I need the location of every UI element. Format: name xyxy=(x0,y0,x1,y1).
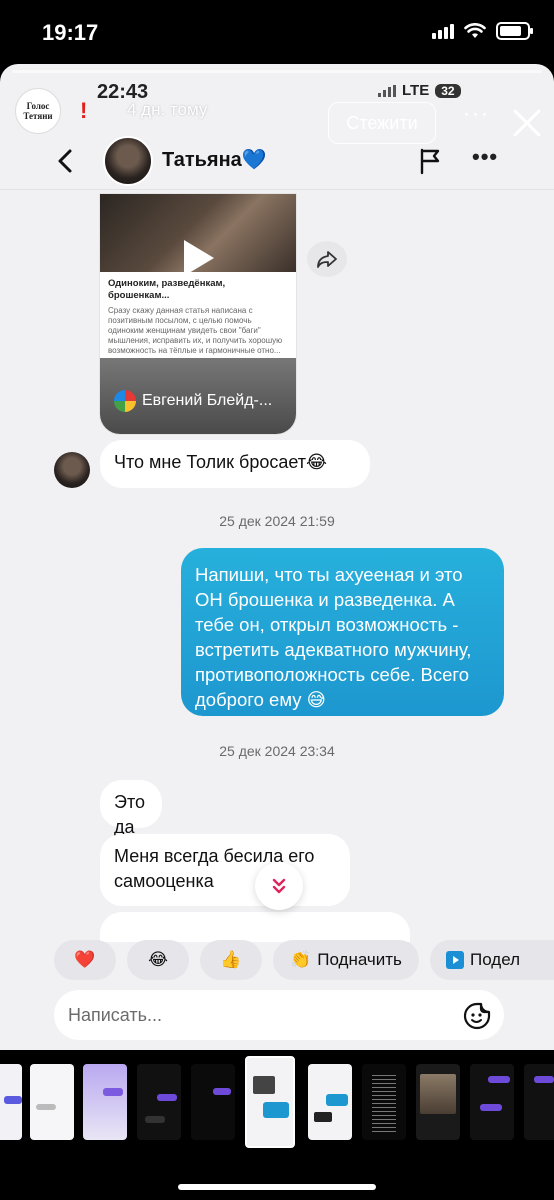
story-posted-ago: 4 дн. тому xyxy=(127,100,208,119)
story-thumbnail[interactable] xyxy=(470,1064,514,1140)
story-thumbnails xyxy=(0,1056,554,1152)
peer-message-avatar xyxy=(54,452,90,488)
thumbs-up-icon: 👍 xyxy=(220,950,242,969)
story-thumbnail[interactable] xyxy=(30,1064,74,1140)
story-thumbnail[interactable] xyxy=(191,1064,235,1140)
incoming-message[interactable]: Что мне Толик бросает😂 xyxy=(100,440,370,488)
date-separator: 25 дек 2024 23:34 xyxy=(219,743,335,759)
screenshot-status: LTE 32 xyxy=(378,82,461,99)
device-time: 19:17 xyxy=(42,20,99,45)
story-thumbnail[interactable] xyxy=(137,1064,181,1140)
home-indicator[interactable] xyxy=(178,1184,376,1190)
story-thumbnail[interactable] xyxy=(308,1064,352,1140)
message-composer xyxy=(54,990,504,1040)
reaction-laugh[interactable]: 😂 xyxy=(127,940,189,980)
device-status-bar: 19:17 xyxy=(0,0,554,64)
screenshot-battery: 32 xyxy=(435,83,461,98)
chat-header: Татьяна💙 ••• xyxy=(0,132,554,190)
nudge-button[interactable]: 👏 Подначить xyxy=(273,940,419,980)
reaction-heart[interactable]: ❤️ xyxy=(54,940,116,980)
link-source-bar: Евгений Блейд-... xyxy=(100,358,296,434)
story-thumbnail[interactable] xyxy=(83,1064,127,1140)
wifi-icon xyxy=(464,23,486,38)
share-chip[interactable]: Подел xyxy=(430,940,554,980)
incoming-message-partial[interactable] xyxy=(100,912,410,942)
play-icon xyxy=(184,240,214,276)
cellular-signal-icon xyxy=(432,23,454,39)
battery-icon xyxy=(496,22,533,40)
date-separator: 25 дек 2024 21:59 xyxy=(219,513,335,529)
screenshot-signal-icon xyxy=(378,84,396,97)
peer-avatar[interactable] xyxy=(103,136,153,186)
alert-icon: ! xyxy=(80,98,88,123)
nudge-label: Подначить xyxy=(317,950,402,969)
share-chip-label: Подел xyxy=(470,950,521,969)
heart-icon: ❤️ xyxy=(74,950,96,969)
story-header: Голос Тетяни ! 22:43 4 дн. тому LTE 32 С… xyxy=(0,78,554,144)
message-input[interactable] xyxy=(68,1002,428,1028)
chat-options-icon[interactable]: ••• xyxy=(472,144,498,170)
source-logo-icon xyxy=(114,390,136,412)
double-chevron-down-icon xyxy=(272,878,286,894)
story-thumbnail[interactable] xyxy=(524,1064,554,1140)
share-arrow-icon xyxy=(317,251,337,268)
shared-link-card[interactable]: Одиноким, разведёнкам, брошенкам... Сраз… xyxy=(100,194,296,434)
incoming-message[interactable]: Это да xyxy=(100,780,162,837)
link-description: Сразу скажу данная статья написана с поз… xyxy=(108,306,283,355)
story-thumbnail[interactable] xyxy=(0,1064,22,1140)
reaction-thumbs-up[interactable]: 👍 xyxy=(200,940,262,980)
play-square-icon xyxy=(446,951,464,969)
sticker-icon[interactable] xyxy=(462,1001,492,1031)
quick-reactions-bar: ❤️ 😂 👍 👏 Подначить Подел xyxy=(54,940,554,980)
back-chevron-icon[interactable] xyxy=(52,146,78,176)
incoming-message[interactable]: Меня всегда бесила его самооценка xyxy=(100,834,350,906)
ellipsis-icon[interactable]: ··· xyxy=(462,102,490,132)
outgoing-message[interactable]: Напиши, что ты ахуееная и это ОН брошенк… xyxy=(181,548,504,716)
share-button[interactable] xyxy=(307,241,347,277)
screenshot-network: LTE xyxy=(402,82,430,99)
story-thumbnail[interactable] xyxy=(362,1064,406,1140)
story-viewer: Голос Тетяни ! 22:43 4 дн. тому LTE 32 С… xyxy=(0,64,554,1050)
link-title: Одиноким, разведёнкам, брошенкам... xyxy=(108,278,226,301)
report-flag-icon[interactable] xyxy=(416,146,446,176)
clap-emoji-icon: 👏 xyxy=(290,950,312,969)
story-thumbnail[interactable] xyxy=(416,1064,460,1140)
story-progress-bar xyxy=(12,70,542,73)
laughing-emoji-icon: 😂 xyxy=(148,950,168,969)
scroll-to-bottom-button[interactable] xyxy=(255,862,303,910)
story-thumbnail-current[interactable] xyxy=(245,1056,295,1148)
link-source: Евгений Блейд-... xyxy=(142,392,273,409)
channel-avatar[interactable]: Голос Тетяни xyxy=(15,88,61,134)
peer-name[interactable]: Татьяна💙 xyxy=(162,147,267,172)
video-thumbnail xyxy=(100,194,296,276)
